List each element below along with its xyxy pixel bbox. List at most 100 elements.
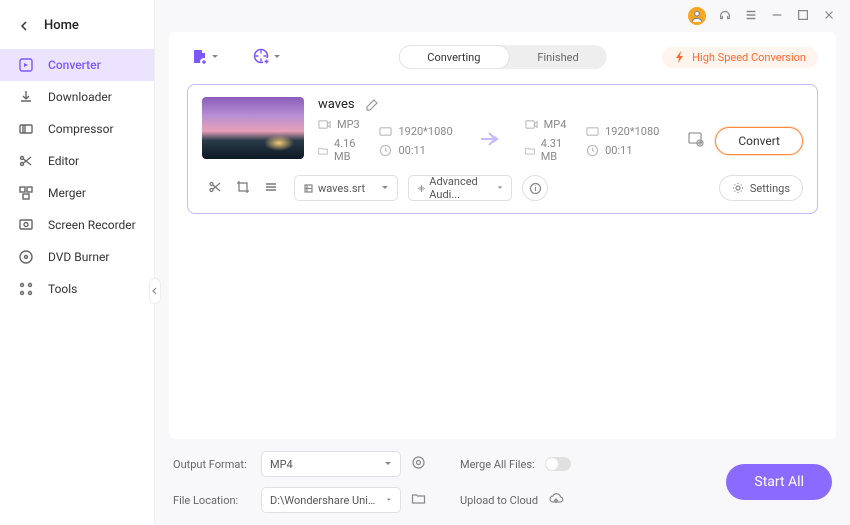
download-icon [18,89,34,105]
sidebar-item-compressor[interactable]: Compressor [0,113,154,145]
output-format-label: Output Format: [173,458,251,471]
file-location-label: File Location: [173,494,251,507]
headset-icon[interactable] [718,8,732,25]
format-settings-icon[interactable] [411,455,426,473]
clock-icon [379,144,392,157]
output-settings-icon[interactable] [687,130,705,151]
home-label: Home [44,18,79,33]
subtitle-icon [303,183,314,194]
chevron-down-icon [381,184,389,192]
video-icon [525,118,538,131]
minimize-icon[interactable] [770,8,784,25]
audio-value: Advanced Audi... [429,175,491,201]
tab-converting[interactable]: Converting [398,45,509,69]
high-speed-badge[interactable]: High Speed Conversion [662,47,818,68]
trim-icon[interactable] [208,180,222,197]
converter-icon [18,57,34,73]
file-location-select[interactable]: D:\Wondershare UniConverter 1 [261,487,401,513]
nav-label: Merger [48,186,86,200]
sidebar: Home Converter Downloader Compressor Edi… [0,0,155,525]
upload-label: Upload to Cloud [460,494,538,507]
subtitle-select[interactable]: waves.srt [294,175,398,201]
file-card: waves MP3 4.16 MB 1920*1080 00:11 [187,84,818,214]
main: Converting Finished High Speed Conversio… [155,0,850,525]
chevron-down-icon [273,53,281,61]
output-format-value: MP4 [270,458,293,471]
chevron-down-icon [386,496,392,504]
start-all-button[interactable]: Start All [726,464,832,500]
audio-select[interactable]: Advanced Audi... [408,175,512,201]
crop-icon[interactable] [236,180,250,197]
chevron-down-icon [497,184,503,192]
compressor-icon [18,121,34,137]
open-folder-icon[interactable] [411,491,426,509]
tools-icon [18,281,34,297]
nav-label: Tools [48,282,77,296]
nav-label: Compressor [48,122,114,136]
info-button[interactable] [522,175,548,201]
effect-icon[interactable] [264,180,278,197]
convert-button[interactable]: Convert [715,127,803,155]
close-icon[interactable] [822,8,836,25]
avatar[interactable] [688,7,706,25]
recorder-icon [18,217,34,233]
add-file-button[interactable] [187,44,223,70]
sidebar-item-downloader[interactable]: Downloader [0,81,154,113]
src-dur: 00:11 [398,144,425,157]
src-res: 1920*1080 [398,125,452,138]
merge-toggle[interactable] [545,457,571,471]
home-link[interactable]: Home [0,8,154,43]
resolution-icon [586,125,599,138]
add-url-icon [253,48,271,66]
add-url-button[interactable] [249,44,285,70]
cloud-icon[interactable] [548,491,564,510]
nav-label: DVD Burner [48,250,109,264]
titlebar [155,0,850,32]
bolt-icon [674,51,686,63]
dst-format: MP4 [544,118,567,131]
sidebar-item-converter[interactable]: Converter [0,49,154,81]
merge-label: Merge All Files: [460,458,535,471]
hsc-label: High Speed Conversion [692,51,806,64]
folder-icon [318,144,328,157]
status-tabs: Converting Finished [398,45,606,69]
scissors-icon [18,153,34,169]
sidebar-item-dvd-burner[interactable]: DVD Burner [0,241,154,273]
video-icon [318,118,331,131]
merger-icon [18,185,34,201]
audio-icon [417,183,425,194]
edit-icon[interactable] [365,98,379,112]
sidebar-item-screen-recorder[interactable]: Screen Recorder [0,209,154,241]
sidebar-collapse-handle[interactable] [149,278,161,304]
gear-icon [732,182,744,194]
arrow-icon [475,125,503,156]
nav-label: Editor [48,154,79,168]
sidebar-item-merger[interactable]: Merger [0,177,154,209]
file-location-value: D:\Wondershare UniConverter 1 [270,494,380,507]
dst-size: 4.31 MB [541,137,572,163]
maximize-icon[interactable] [796,8,810,25]
file-title: waves [318,97,355,112]
nav-label: Screen Recorder [48,218,136,232]
sidebar-item-tools[interactable]: Tools [0,273,154,305]
folder-icon [525,144,535,157]
chevron-down-icon [211,53,219,61]
add-file-icon [191,48,209,66]
resolution-icon [379,125,392,138]
thumbnail[interactable] [202,97,304,159]
settings-button[interactable]: Settings [719,175,803,201]
chevron-down-icon [384,460,392,468]
output-format-select[interactable]: MP4 [261,451,401,477]
sidebar-item-editor[interactable]: Editor [0,145,154,177]
content: Converting Finished High Speed Conversio… [169,32,836,439]
back-icon [18,20,30,32]
clock-icon [586,144,599,157]
dst-dur: 00:11 [605,144,632,157]
dst-res: 1920*1080 [605,125,659,138]
disc-icon [18,249,34,265]
menu-icon[interactable] [744,8,758,25]
tab-finished[interactable]: Finished [509,45,606,69]
src-format: MP3 [337,118,360,131]
src-size: 4.16 MB [334,137,365,163]
nav-label: Downloader [48,90,112,104]
